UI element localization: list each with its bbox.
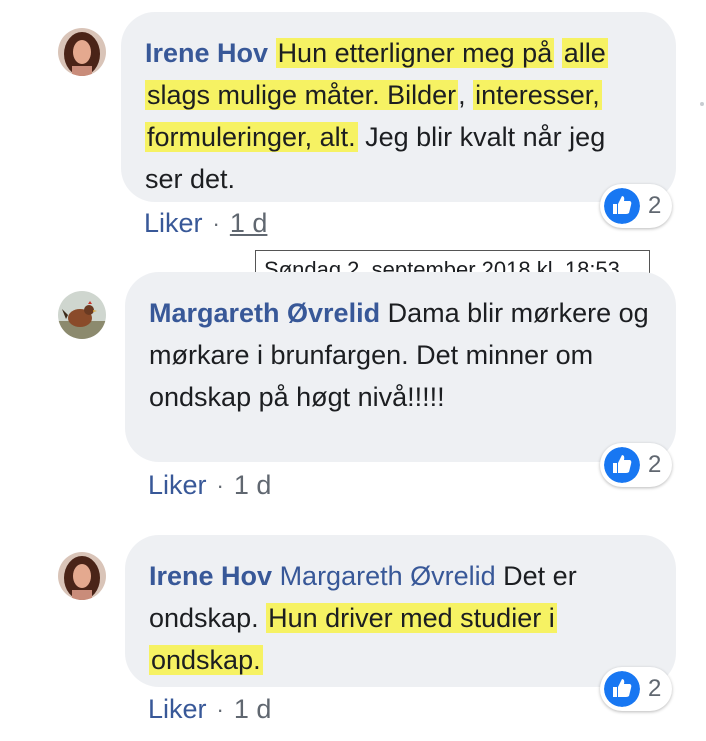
thumbs-up-icon: [604, 671, 640, 707]
avatar-irene-hov[interactable]: [58, 28, 106, 76]
reaction-count: 2: [648, 675, 662, 702]
comment-bubble: Margareth Øvrelid Dama blir mørkere og m…: [125, 272, 676, 462]
comment-actions: Liker · 1 d: [144, 208, 267, 239]
mention-link[interactable]: Margareth Øvrelid: [280, 561, 496, 591]
reaction-count-badge[interactable]: 2: [600, 184, 672, 228]
timestamp-link[interactable]: 1 d: [230, 208, 268, 239]
timestamp-link[interactable]: 1 d: [234, 694, 272, 725]
comment-actions: Liker · 1 d: [148, 694, 271, 725]
comment-bubble: Irene Hov Hun etterligner meg på alle sl…: [121, 12, 676, 202]
like-link[interactable]: Liker: [144, 208, 203, 239]
scroll-edge-mark: [700, 102, 704, 106]
reaction-count: 2: [648, 451, 662, 478]
timestamp-link[interactable]: 1 d: [234, 470, 272, 501]
separator: ·: [216, 696, 224, 722]
avatar-margareth-ovrelid[interactable]: [58, 291, 106, 339]
avatar-irene-hov[interactable]: [58, 552, 106, 600]
comment-author[interactable]: Irene Hov: [149, 561, 272, 591]
reaction-count-badge[interactable]: 2: [600, 667, 672, 711]
separator: ·: [216, 472, 224, 498]
comment-actions: Liker · 1 d: [148, 470, 271, 501]
thumbs-up-icon: [604, 188, 640, 224]
highlighted-text: Hun etterligner meg på: [275, 38, 555, 68]
highlighted-text: ondskap.: [149, 645, 263, 675]
highlighted-text: Hun driver med studier i: [266, 603, 557, 633]
reaction-count-badge[interactable]: 2: [600, 443, 672, 487]
separator: ·: [212, 210, 220, 236]
comment-text: ,: [458, 80, 466, 110]
comment-author[interactable]: Margareth Øvrelid: [149, 298, 380, 328]
like-link[interactable]: Liker: [148, 470, 207, 501]
comment-bubble: Irene Hov Margareth Øvrelid Det er ondsk…: [125, 535, 676, 687]
thumbs-up-icon: [604, 447, 640, 483]
comment-author[interactable]: Irene Hov: [145, 38, 268, 68]
reaction-count: 2: [648, 192, 662, 219]
like-link[interactable]: Liker: [148, 694, 207, 725]
